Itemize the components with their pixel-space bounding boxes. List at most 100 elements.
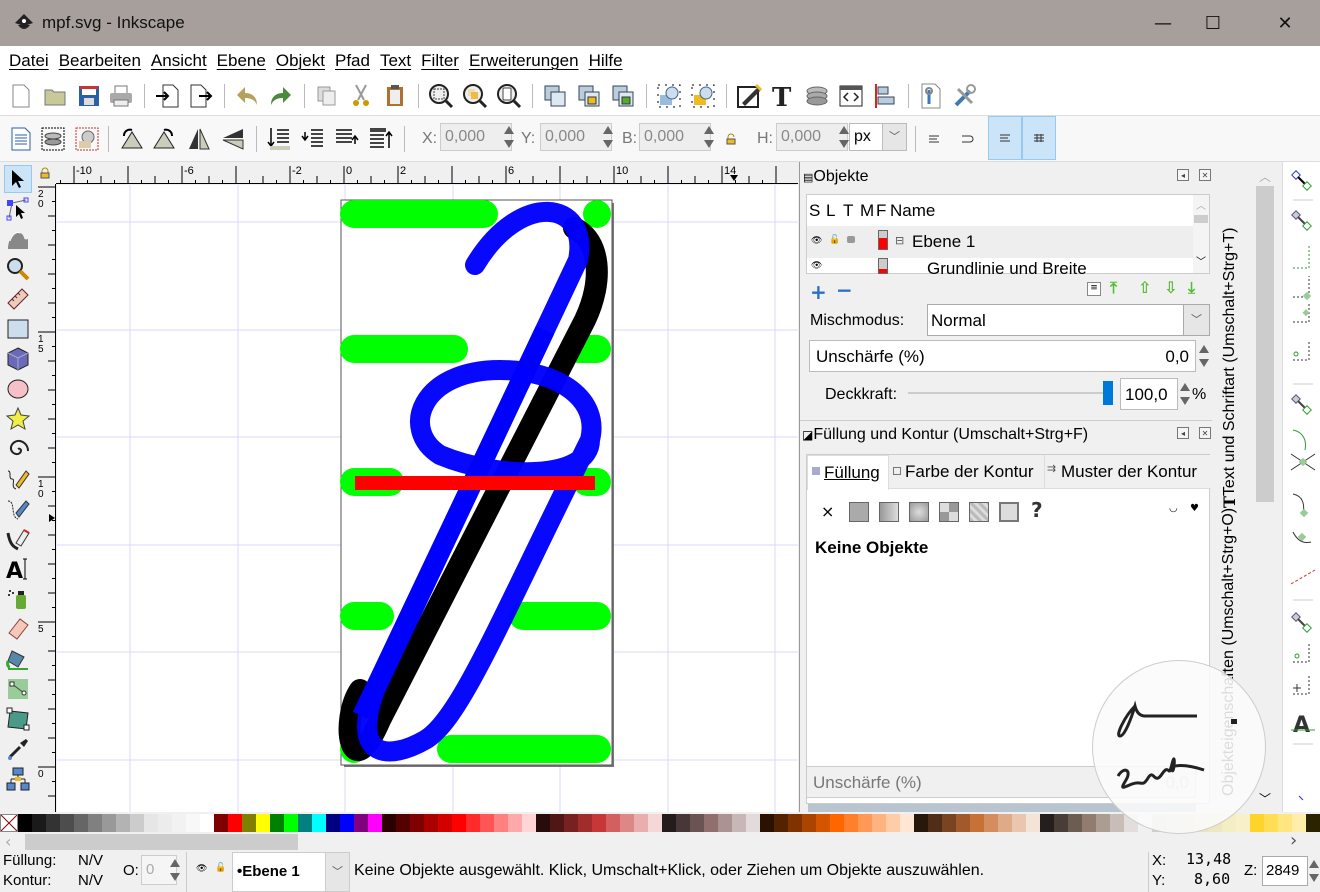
palette-swatch[interactable] [242, 814, 256, 832]
palette-swatch[interactable] [578, 814, 592, 832]
add-object-icon[interactable]: + [810, 280, 827, 304]
rotate-cw-icon[interactable] [152, 126, 178, 152]
3d-box-tool-icon[interactable] [4, 345, 32, 373]
palette-swatch[interactable] [970, 814, 984, 832]
panel-iconify-button[interactable]: ◂ [1177, 427, 1189, 439]
node-tool-icon[interactable] [4, 195, 32, 223]
eraser-tool-icon[interactable] [4, 615, 32, 643]
rectangle-tool-icon[interactable] [4, 315, 32, 343]
palette-swatch[interactable] [956, 814, 970, 832]
palette-swatch[interactable] [592, 814, 606, 832]
palette-swatch[interactable] [746, 814, 760, 832]
col-s[interactable]: S [809, 201, 826, 221]
cut-icon[interactable] [348, 83, 374, 109]
x-spinner[interactable] [502, 123, 514, 151]
paint-flat-icon[interactable] [849, 502, 869, 522]
layers-icon[interactable] [804, 83, 830, 109]
flip-vertical-icon[interactable] [220, 126, 246, 152]
text-font-icon[interactable]: T [770, 83, 796, 109]
selector-tool-icon[interactable] [4, 165, 32, 193]
menu-ansicht[interactable]: Ansicht [151, 51, 207, 71]
palette-swatch[interactable] [228, 814, 242, 832]
raise-icon[interactable]: ⇧ [1138, 278, 1151, 297]
hscroll-thumb[interactable] [25, 834, 298, 850]
palette-swatch[interactable] [774, 814, 788, 832]
palette-swatch[interactable] [298, 814, 312, 832]
palette-swatch[interactable] [690, 814, 704, 832]
tree-row-layer[interactable]: 👁 🔓 ⊟ Ebene 1 [807, 226, 1193, 258]
menu-bearbeiten[interactable]: Bearbeiten [59, 51, 141, 71]
paint-none-icon[interactable]: × [821, 502, 834, 521]
lower-to-bottom-icon[interactable] [266, 126, 292, 152]
undo-icon[interactable] [234, 83, 260, 109]
raise-to-top-icon[interactable] [368, 126, 394, 152]
transform-patterns-toggle[interactable] [1022, 116, 1056, 160]
palette-swatch[interactable] [662, 814, 676, 832]
layer-select[interactable]: •Ebene 1 ﹀ [232, 852, 350, 892]
palette-swatch[interactable] [186, 814, 200, 832]
vertical-ruler[interactable]: 20151050 [35, 184, 56, 812]
fillrule-nonzero-icon[interactable]: ♥ [1190, 503, 1199, 514]
palette-swatch[interactable] [410, 814, 424, 832]
deselect-icon[interactable] [74, 126, 100, 152]
add-layer-icon[interactable]: ≡ [1087, 282, 1101, 296]
spiral-tool-icon[interactable] [4, 435, 32, 463]
palette-swatch[interactable] [284, 814, 298, 832]
palette-swatch[interactable] [466, 814, 480, 832]
layer-visibility-icon[interactable]: 👁 [196, 864, 207, 874]
palette-swatch[interactable] [32, 814, 46, 832]
palette-swatch[interactable] [606, 814, 620, 832]
paint-linear-icon[interactable] [879, 502, 899, 522]
fillrule-evenodd-icon[interactable]: ◡ [1169, 503, 1178, 514]
lower-icon[interactable] [300, 126, 326, 152]
palette-swatch[interactable] [844, 814, 858, 832]
raise-icon[interactable] [334, 126, 360, 152]
palette-swatch[interactable] [648, 814, 662, 832]
align-distribute-icon[interactable] [872, 83, 898, 109]
col-t[interactable]: T [843, 201, 860, 221]
preferences-icon[interactable] [952, 83, 978, 109]
menu-datei[interactable]: Datei [9, 51, 49, 71]
menu-filter[interactable]: Filter [421, 51, 459, 71]
select-all-icon[interactable] [8, 126, 34, 152]
visibility-icon[interactable]: 👁 [811, 236, 822, 246]
palette-swatch[interactable] [802, 814, 816, 832]
zoom-tool-icon[interactable] [4, 255, 32, 283]
tab-text-font[interactable]: TText und Schriftart (Umschalt+Strg+T) [1220, 168, 1244, 508]
palette-swatch[interactable] [368, 814, 382, 832]
transform-gradients-toggle[interactable] [988, 116, 1022, 160]
palette-swatch[interactable] [312, 814, 326, 832]
palette-swatch[interactable] [18, 814, 32, 832]
raise-to-top-icon[interactable]: ⤒ [1110, 278, 1117, 298]
visibility-icon[interactable]: 👁 [811, 261, 822, 271]
palette-swatch[interactable] [872, 814, 886, 832]
new-document-icon[interactable] [8, 83, 34, 109]
panel-close-button[interactable]: ✕ [1199, 427, 1211, 439]
palette-swatch[interactable] [816, 814, 830, 832]
palette-swatch[interactable] [858, 814, 872, 832]
palette-swatch[interactable] [788, 814, 802, 832]
scale-stroke-icon[interactable] [922, 126, 948, 152]
palette-swatch[interactable] [522, 814, 536, 832]
menu-text[interactable]: Text [380, 51, 411, 71]
paint-pattern-icon[interactable] [969, 502, 989, 522]
xml-editor-icon[interactable] [838, 83, 864, 109]
palette-swatch[interactable] [886, 814, 900, 832]
col-f[interactable]: F [876, 201, 890, 221]
palette-swatch[interactable] [536, 814, 550, 832]
calligraphy-tool-icon[interactable] [4, 525, 32, 553]
palette-swatch[interactable] [74, 814, 88, 832]
palette-swatch[interactable] [200, 814, 214, 832]
zoom-drawing-icon[interactable] [462, 83, 488, 109]
open-icon[interactable] [42, 83, 68, 109]
fill-status-value[interactable]: N/V [78, 852, 103, 869]
measure-tool-icon[interactable] [4, 285, 32, 313]
dropper-tool-icon[interactable] [4, 735, 32, 763]
layer-name[interactable]: Ebene 1 [912, 232, 975, 252]
opacity-spinner[interactable] [1178, 380, 1190, 408]
panel-close-button[interactable]: ✕ [1199, 169, 1211, 181]
palette-swatch[interactable] [46, 814, 60, 832]
palette-swatch[interactable] [116, 814, 130, 832]
tweak-tool-icon[interactable] [4, 225, 32, 253]
opacity-status-spinner[interactable] [168, 856, 180, 884]
